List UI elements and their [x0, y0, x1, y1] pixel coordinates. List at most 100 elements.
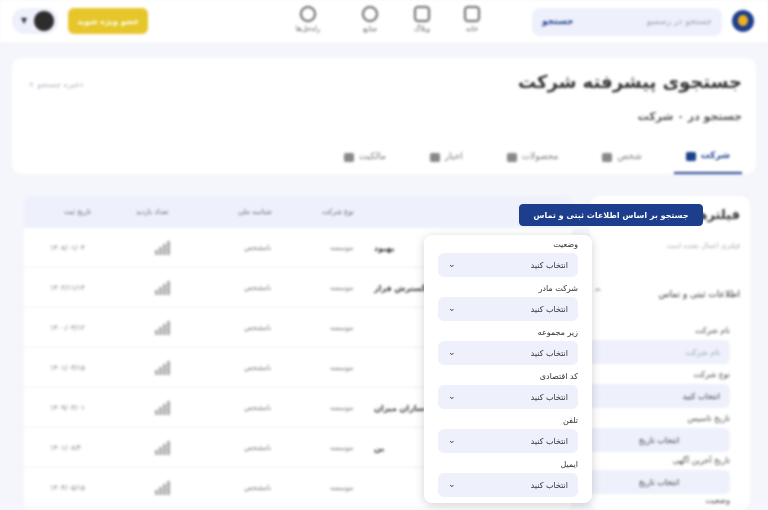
economic-code-select[interactable]: ⌄ انتخاب کنید	[438, 385, 578, 409]
company-name[interactable]: گسترش فراز	[374, 284, 426, 293]
registration-date: ۱۴۰۸/۰۱/۰۴	[50, 244, 85, 252]
registration-date: ۱۴۰۱/۰۸/۴	[50, 444, 82, 452]
parent-company-select[interactable]: ⌄ انتخاب کنید	[438, 297, 578, 321]
filters-panel: فیلترها فیلتری اعمال نشده است اطلاعات ثب…	[588, 196, 750, 510]
search-by-registration-button[interactable]: جستجو بر اساس اطلاعات ثبتی و تماس	[519, 204, 703, 226]
nav-item-solutions[interactable]: راه‌حل‌ها	[288, 6, 328, 33]
tab-person[interactable]: شخص	[590, 140, 653, 174]
tab-news[interactable]: اخبار	[418, 140, 475, 174]
dropdown-field-label: کد اقتصادی	[539, 372, 578, 381]
chevron-up-icon[interactable]: ^	[594, 288, 602, 298]
views-bar-icon	[155, 401, 175, 415]
registration-date: ۱۴۰۱/۰۳/۱۵	[50, 364, 85, 372]
search-type-tabs: شرکت شخص محصولات اخبار مالکیت	[332, 140, 742, 174]
filters-section-title[interactable]: اطلاعات ثبتی و تماس	[659, 290, 740, 300]
bulb-icon	[300, 6, 316, 22]
column-header-type: نوع شرکت	[322, 208, 354, 216]
company-type: موسسه	[330, 444, 354, 452]
field-label: تاریخ تاسیس	[687, 414, 730, 423]
national-id: نامشخص	[244, 244, 272, 252]
company-name[interactable]: ین	[374, 444, 384, 453]
last-notice-date-picker[interactable]: انتخاب تاریخ	[588, 470, 730, 494]
nav-item-home[interactable]: خانه	[452, 6, 492, 33]
registration-date: ۱۴۰۹/۰۳/۰۱	[50, 404, 85, 412]
page-header-card: جستجوی پیشرفته شرکت جستجو در ۰ شرکت + ذخ…	[12, 58, 756, 174]
tab-ownership[interactable]: مالکیت	[332, 140, 398, 174]
filters-status: فیلتری اعمال نشده است	[666, 242, 740, 250]
nav-item-resources[interactable]: منابع	[350, 6, 390, 33]
results-count: جستجو در ۰ شرکت	[637, 110, 742, 123]
search-button[interactable]: جستجو	[542, 17, 573, 27]
dropdown-field-label: شرکت مادر	[538, 284, 578, 293]
top-navigation-bar: جستجو جستجو در رسمیو خانه وبلاگ منابع را…	[0, 0, 768, 44]
home-icon	[464, 6, 480, 22]
national-id: نامشخص	[244, 324, 272, 332]
global-search-box[interactable]: جستجو جستجو در رسمیو	[532, 8, 722, 36]
brand-logo[interactable]	[732, 10, 754, 32]
registration-date: ۱۴۰۲/۱۱/۱۴	[50, 284, 85, 292]
email-select[interactable]: ⌄ انتخاب کنید	[438, 473, 578, 497]
company-icon	[685, 151, 696, 161]
bulb-icon	[343, 152, 354, 162]
founding-date-picker[interactable]: انتخاب تاریخ	[588, 428, 730, 452]
chevron-down-icon: ⌄	[448, 480, 456, 490]
dropdown-field-label: تلفن	[562, 416, 578, 425]
company-name[interactable]: بهبود	[374, 244, 395, 253]
premium-membership-button[interactable]: عضو ویژه شوید	[68, 8, 148, 34]
column-header-views: تعداد بازدید	[136, 208, 169, 216]
nav-label: وبلاگ	[414, 25, 430, 33]
company-type: موسسه	[330, 284, 354, 292]
views-bar-icon	[155, 281, 175, 295]
national-id: نامشخص	[244, 444, 272, 452]
user-menu[interactable]: ▼	[12, 8, 58, 34]
company-type: موسسه	[330, 484, 354, 492]
dropdown-field-label: زیر مجموعه	[537, 328, 578, 337]
company-type: موسسه	[330, 324, 354, 332]
registration-date: ۱۴۰۰/۰۳/۱۲	[50, 324, 85, 332]
national-id: نامشخص	[244, 284, 272, 292]
national-id: نامشخص	[244, 404, 272, 412]
search-input[interactable]: جستجو در رسمیو	[647, 17, 712, 27]
views-bar-icon	[155, 481, 175, 495]
national-id: نامشخص	[244, 484, 272, 492]
field-label: نوع شرکت	[693, 370, 730, 379]
views-bar-icon	[155, 321, 175, 335]
cart-icon	[506, 152, 517, 162]
save-search-link[interactable]: + ذخیره جستجو	[28, 80, 83, 89]
views-bar-icon	[155, 441, 175, 455]
views-bar-icon	[155, 241, 175, 255]
chevron-down-icon: ⌄	[448, 348, 456, 358]
nav-label: راه‌حل‌ها	[295, 25, 321, 33]
field-label: وضعیت	[705, 496, 730, 505]
chevron-down-icon: ▼	[21, 16, 28, 25]
dropdown-field-label: وضعیت	[553, 240, 578, 249]
news-icon	[429, 152, 440, 162]
resources-icon	[362, 6, 378, 22]
blog-icon	[414, 6, 430, 22]
chevron-down-icon: ⌄	[448, 436, 456, 446]
table-header: تاریخ ثبت تعداد بازدید شناسه ملی نوع شرک…	[24, 196, 572, 228]
field-label: نام شرکت	[695, 326, 730, 335]
company-type: موسسه	[330, 404, 354, 412]
field-label: تاریخ آخرین آگهی	[672, 456, 730, 465]
status-select[interactable]: ⌄ انتخاب کنید	[438, 253, 578, 277]
avatar	[34, 11, 54, 31]
company-type: موسسه	[330, 364, 354, 372]
chevron-down-icon: ⌄	[448, 392, 456, 402]
registration-filters-dropdown: وضعیت ⌄ انتخاب کنید شرکت مادر ⌄ انتخاب کنی…	[424, 235, 592, 503]
chevron-down-icon: ⌄	[448, 304, 456, 314]
nav-label: خانه	[465, 25, 479, 33]
tab-company[interactable]: شرکت	[673, 140, 742, 174]
nav-item-blog[interactable]: وبلاگ	[402, 6, 442, 33]
views-bar-icon	[155, 361, 175, 375]
column-header-date: تاریخ ثبت	[64, 208, 92, 216]
company-type-select[interactable]: انتخاب کنید	[588, 384, 730, 408]
tab-products[interactable]: محصولات	[495, 140, 571, 174]
person-icon	[602, 152, 613, 162]
phone-select[interactable]: ⌄ انتخاب کنید	[438, 429, 578, 453]
page-title: جستجوی پیشرفته شرکت	[517, 72, 742, 93]
subsidiary-select[interactable]: ⌄ انتخاب کنید	[438, 341, 578, 365]
chevron-down-icon: ⌄	[448, 260, 456, 270]
nav-label: منابع	[363, 25, 377, 33]
company-name-input[interactable]: نام شرکت	[588, 340, 730, 364]
